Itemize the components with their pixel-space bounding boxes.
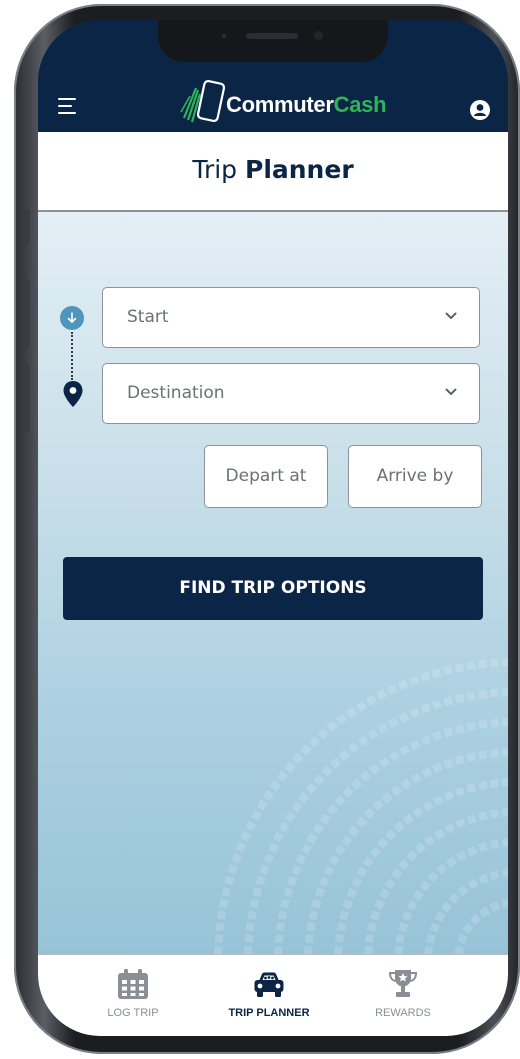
mute-switch <box>23 209 30 245</box>
brand-name-primary: Commuter <box>226 92 334 117</box>
chevron-down-icon <box>445 388 457 395</box>
destination-select[interactable]: Destination <box>102 363 480 424</box>
start-arrow-icon <box>60 306 84 330</box>
trophy-icon <box>388 970 418 997</box>
tab-trip-planner-label: TRIP PLANNER <box>228 1007 310 1019</box>
chevron-down-icon <box>445 312 457 319</box>
bottom-tab-bar: LOG TRIP TRIP PLANNER REWARDS <box>38 954 508 1036</box>
phone-screen: CommuterCash Trip Planner Start Destinat… <box>38 20 508 1036</box>
tab-rewards[interactable]: REWARDS <box>358 955 448 1036</box>
tab-trip-planner[interactable]: TRIP PLANNER <box>214 955 324 1036</box>
tab-rewards-label: REWARDS <box>375 1007 431 1019</box>
tab-log-trip[interactable]: LOG TRIP <box>88 955 178 1036</box>
find-trip-options-button[interactable]: FIND TRIP OPTIONS <box>63 557 483 620</box>
car-icon <box>254 972 284 997</box>
sensor-dot <box>222 34 226 38</box>
page-title: Trip Planner <box>38 132 508 208</box>
trip-planner-form: Start Destination Depart at Arrive by FI… <box>38 212 508 954</box>
start-select[interactable]: Start <box>102 287 480 348</box>
calendar-icon <box>118 969 148 999</box>
destination-pin-icon <box>62 380 84 408</box>
arrive-by-button[interactable]: Arrive by <box>348 445 482 508</box>
earpiece-speaker <box>246 33 298 39</box>
volume-up-button <box>23 279 30 347</box>
page-title-regular: Trip <box>192 155 238 184</box>
page-title-bar: Trip Planner <box>38 132 508 212</box>
destination-select-value: Destination <box>127 383 225 403</box>
brand-name-accent: Cash <box>333 92 387 117</box>
tab-log-trip-label: LOG TRIP <box>107 1007 159 1019</box>
route-connector-line <box>71 332 73 380</box>
hamburger-menu-icon[interactable] <box>58 98 78 116</box>
decorative-dot-pattern <box>214 658 508 954</box>
depart-at-button[interactable]: Depart at <box>204 445 328 508</box>
start-select-value: Start <box>127 307 169 327</box>
page-title-bold: Planner <box>245 155 354 184</box>
phone-notch <box>158 20 388 62</box>
volume-down-button <box>23 364 30 432</box>
phone-money-logo-icon <box>180 79 226 123</box>
brand-name: CommuterCash <box>226 92 387 118</box>
user-avatar-icon[interactable] <box>470 100 490 120</box>
front-camera <box>314 31 323 40</box>
commutercash-logo: CommuterCash <box>178 78 388 128</box>
